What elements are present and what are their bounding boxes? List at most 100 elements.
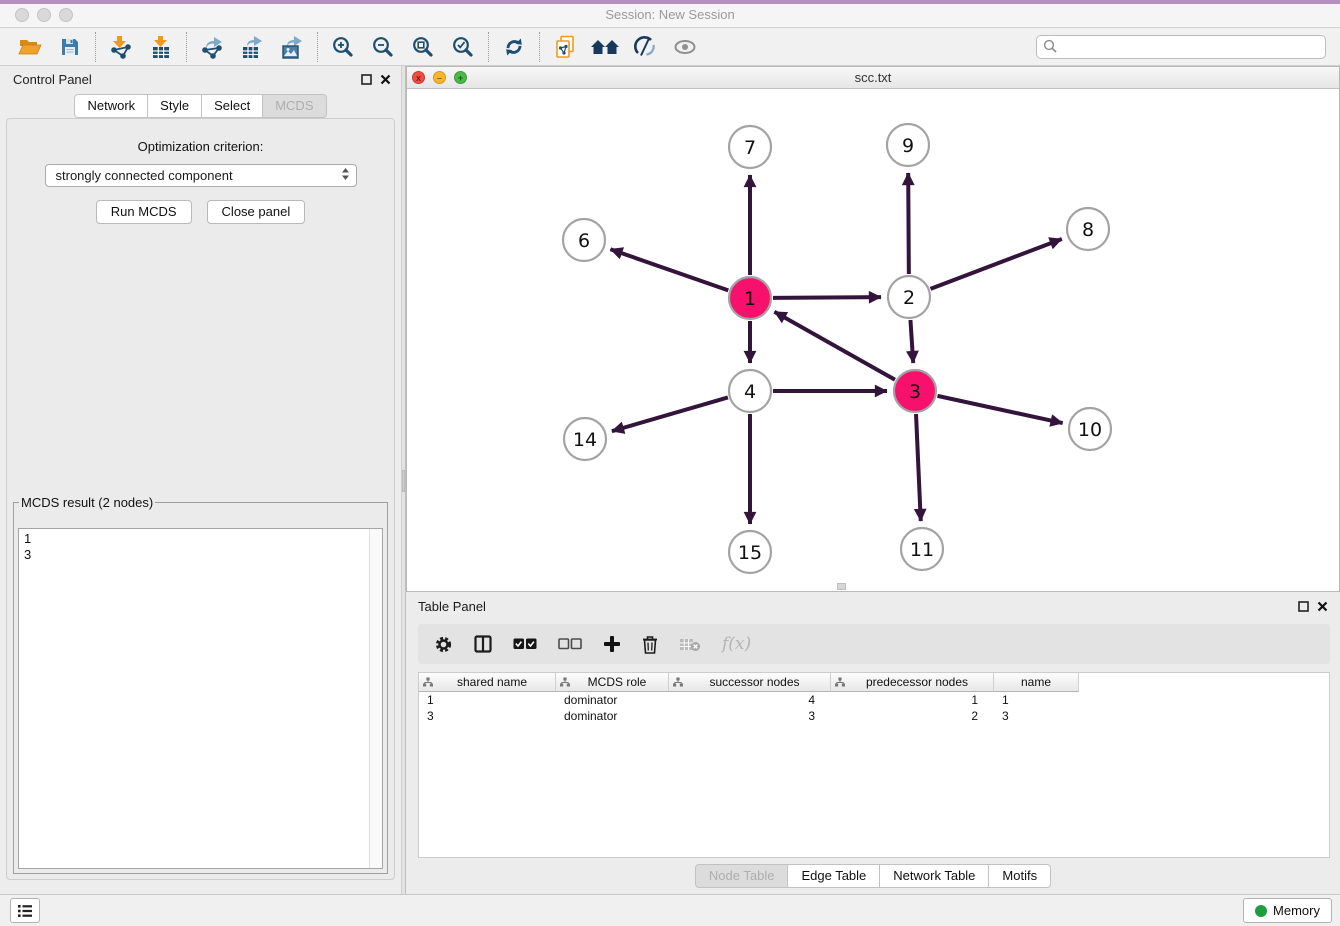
graph-node-4[interactable]: 4 <box>729 370 771 412</box>
splitter-grip[interactable] <box>402 470 405 492</box>
optimization-criterion-select[interactable]: strongly connected component <box>45 164 357 187</box>
mcds-result-area[interactable]: 1 3 <box>18 528 383 869</box>
graph-edge-3-10[interactable] <box>937 396 1062 423</box>
table-tab-edge-table[interactable]: Edge Table <box>788 864 880 888</box>
export-network-button[interactable] <box>192 30 232 64</box>
graph-node-1[interactable]: 1 <box>729 277 771 319</box>
float-panel-icon[interactable] <box>361 74 372 85</box>
table-row[interactable]: 3dominator323 <box>419 708 1329 724</box>
close-panel-icon[interactable] <box>380 74 391 85</box>
export-image-button[interactable] <box>272 30 312 64</box>
zoom-in-button[interactable] <box>323 30 363 64</box>
function-builder-button[interactable]: f(x) <box>722 634 751 654</box>
graph-edge-3-1[interactable] <box>774 312 895 380</box>
table-tab-motifs[interactable]: Motifs <box>989 864 1051 888</box>
cyndex-button[interactable] <box>625 30 665 64</box>
memory-button[interactable]: Memory <box>1243 898 1332 923</box>
plus-icon <box>603 635 621 653</box>
graph-node-11[interactable]: 11 <box>901 528 943 570</box>
export-table-button[interactable] <box>232 30 272 64</box>
cyndex-icon <box>634 36 656 58</box>
control-panel: Control Panel NetworkStyleSelectMCDS Opt… <box>0 66 401 894</box>
delete-table-button[interactable] <box>679 637 701 652</box>
table-tabs: Node TableEdge TableNetwork TableMotifs <box>695 864 1051 888</box>
table-tab-node-table[interactable]: Node Table <box>695 864 789 888</box>
clone-network-button[interactable] <box>545 30 585 64</box>
table-cell[interactable]: dominator <box>556 692 669 708</box>
table-cell[interactable]: 3 <box>419 708 556 724</box>
graph-edge-3-11[interactable] <box>916 414 921 521</box>
mcds-result-scrollbar[interactable] <box>369 529 382 868</box>
save-session-button[interactable] <box>50 30 90 64</box>
search-input[interactable] <box>1058 39 1319 54</box>
window-title: Session: New Session <box>0 7 1340 22</box>
table-cell[interactable]: 1 <box>419 692 556 708</box>
graph-edge-1-2[interactable] <box>773 297 881 298</box>
table-cell[interactable]: 4 <box>669 692 831 708</box>
task-history-button[interactable] <box>10 898 40 923</box>
table-tab-network-table[interactable]: Network Table <box>880 864 989 888</box>
graph-edge-2-3[interactable] <box>910 320 913 363</box>
network-canvas[interactable]: 7 9 6 8 1 2 4 3 14 10 15 11 <box>407 89 1339 591</box>
right-column: x – + scc.txt 7968124314101511 Table Pan… <box>406 66 1340 894</box>
table-cell[interactable]: 3 <box>994 708 1079 724</box>
table-cell[interactable]: 2 <box>831 708 994 724</box>
table-cell[interactable]: 1 <box>831 692 994 708</box>
unselect-all-columns-button[interactable] <box>558 638 582 650</box>
graph-edge-2-8[interactable] <box>931 239 1062 289</box>
column-header-name[interactable]: name <box>994 673 1079 692</box>
float-table-panel-icon[interactable] <box>1298 601 1309 612</box>
optimization-criterion-value: strongly connected component <box>56 168 233 183</box>
network-window-titlebar[interactable]: x – + scc.txt <box>407 67 1339 89</box>
control-tab-mcds[interactable]: MCDS <box>263 94 326 118</box>
table-cell[interactable]: 1 <box>994 692 1079 708</box>
zoom-out-button[interactable] <box>363 30 403 64</box>
create-column-button[interactable] <box>603 635 621 653</box>
graph-edge-1-6[interactable] <box>610 249 728 290</box>
column-header-MCDS-role[interactable]: MCDS role <box>556 673 669 692</box>
table-settings-button[interactable] <box>434 635 453 654</box>
table-cell[interactable]: dominator <box>556 708 669 724</box>
control-tab-select[interactable]: Select <box>202 94 263 118</box>
select-all-columns-button[interactable] <box>513 638 537 650</box>
refresh-view-button[interactable] <box>494 30 534 64</box>
graph-edge-4-14[interactable] <box>612 397 728 431</box>
mcds-result-text: 1 3 <box>19 529 368 868</box>
graph-node-6[interactable]: 6 <box>563 219 605 261</box>
control-tab-network[interactable]: Network <box>74 94 148 118</box>
table-cell[interactable]: 3 <box>669 708 831 724</box>
graph-node-2[interactable]: 2 <box>888 276 930 318</box>
graph-node-3[interactable]: 3 <box>894 370 936 412</box>
close-panel-button[interactable]: Close panel <box>207 200 306 224</box>
column-header-shared-name[interactable]: shared name <box>419 673 556 692</box>
zoom-fit-button[interactable] <box>403 30 443 64</box>
graph-edge-2-9[interactable] <box>908 173 909 274</box>
close-table-panel-icon[interactable] <box>1317 601 1328 612</box>
zoom-selected-button[interactable] <box>443 30 483 64</box>
column-type-icon <box>423 677 433 687</box>
show-columns-button[interactable] <box>474 635 492 653</box>
graph-node-10[interactable]: 10 <box>1069 408 1111 450</box>
svg-text:9: 9 <box>902 135 914 157</box>
column-header-predecessor-nodes[interactable]: predecessor nodes <box>831 673 994 692</box>
import-table-button[interactable] <box>141 30 181 64</box>
svg-text:2: 2 <box>903 287 915 309</box>
graph-node-8[interactable]: 8 <box>1067 208 1109 250</box>
graph-node-14[interactable]: 14 <box>564 418 606 460</box>
delete-column-button[interactable] <box>642 635 658 654</box>
graph-node-9[interactable]: 9 <box>887 124 929 166</box>
control-tab-style[interactable]: Style <box>148 94 202 118</box>
table-panel: Table Panel <box>406 592 1340 894</box>
run-mcds-button[interactable]: Run MCDS <box>96 200 192 224</box>
home-button[interactable] <box>585 30 625 64</box>
table-row[interactable]: 1dominator411 <box>419 692 1329 708</box>
import-network-button[interactable] <box>101 30 141 64</box>
graph-node-7[interactable]: 7 <box>729 126 771 168</box>
column-header-successor-nodes[interactable]: successor nodes <box>669 673 831 692</box>
export-network-icon <box>200 35 224 59</box>
graph-node-15[interactable]: 15 <box>729 531 771 573</box>
show-hide-button[interactable] <box>665 30 705 64</box>
delete-table-icon <box>679 637 701 652</box>
canvas-scroll-nub[interactable] <box>837 583 846 590</box>
open-session-button[interactable] <box>10 30 50 64</box>
